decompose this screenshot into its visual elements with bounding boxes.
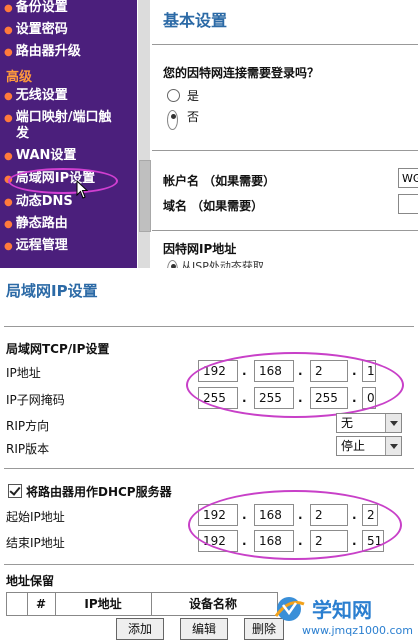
rip-direction-select[interactable]: 无 — [336, 413, 402, 433]
radio-yes-label: 是 — [187, 89, 200, 103]
rip-direction-label: RIP方向 — [6, 419, 50, 433]
dhcp-checkbox[interactable] — [8, 484, 22, 498]
end-ip-label: 结束IP地址 — [6, 536, 65, 550]
divider — [4, 564, 414, 565]
ip-address-label: IP地址 — [6, 366, 41, 380]
start-ip-label: 起始IP地址 — [6, 510, 65, 524]
sidebar-item-password[interactable]: ● 设置密码 — [4, 22, 132, 39]
bullet-icon: ● — [4, 91, 13, 102]
column-header-ip: IP地址 — [84, 597, 122, 611]
sidebar-menu: ● 备份设置 ● 设置密码 ● 路由器升级 高级 ● 无线设置 ● 端口映射/端口触 发 … — [0, 0, 137, 268]
rip-version-select[interactable]: 停止 — [336, 436, 402, 456]
sidebar-item-remote[interactable]: ● 远程管理 — [4, 238, 132, 255]
bullet-icon: ● — [4, 113, 13, 124]
radio-dynamic-ip[interactable] — [167, 260, 178, 268]
bullet-icon: ● — [4, 47, 13, 58]
bullet-icon: ● — [4, 25, 13, 36]
tcpip-title: 局域网TCP/IP设置 — [6, 342, 110, 356]
watermark-logo: 学知网 www.jmqz1000.com — [270, 590, 418, 644]
sidebar-item-upgrade[interactable]: ● 路由器升级 — [4, 44, 132, 61]
domain-label: 域名 （如果需要） — [163, 199, 264, 213]
watermark-url: www.jmqz1000.com — [302, 624, 413, 637]
divider — [4, 326, 414, 327]
divider — [152, 150, 418, 151]
internet-ip-title: 因特网IP地址 — [163, 242, 237, 256]
domain-input[interactable] — [398, 194, 418, 214]
column-header-device: 设备名称 — [188, 597, 237, 611]
bullet-icon: ● — [4, 151, 13, 162]
sidebar-item-port-forwarding[interactable]: ● 端口映射/端口触 — [4, 110, 132, 127]
rip-version-label: RIP版本 — [6, 442, 50, 456]
divider — [152, 44, 418, 45]
login-question: 您的因特网连接需要登录吗？ — [163, 66, 320, 80]
dynamic-ip-label: 从ISP处动态获取 — [181, 260, 264, 268]
highlight-oval — [186, 352, 404, 418]
sidebar-item-backup[interactable]: ● 备份设置 — [4, 0, 132, 17]
chevron-down-icon — [385, 437, 401, 455]
page-title: 基本设置 — [163, 11, 228, 30]
sidebar-item-ddns[interactable]: ● 动态DNS — [4, 194, 132, 211]
divider — [152, 230, 418, 231]
reservation-title: 地址保留 — [6, 574, 55, 588]
account-input[interactable]: WGI — [398, 168, 418, 188]
bullet-icon: ● — [4, 197, 13, 208]
chevron-down-icon — [385, 414, 401, 432]
radio-yes[interactable] — [167, 89, 180, 102]
divider — [4, 468, 414, 469]
rip-direction-value: 无 — [341, 416, 354, 430]
top-panel: ● 备份设置 ● 设置密码 ● 路由器升级 高级 ● 无线设置 ● 端口映射/端口触 发 … — [0, 0, 418, 268]
radio-no-label: 否 — [187, 110, 200, 124]
bullet-icon: ● — [4, 219, 13, 230]
edit-button[interactable]: 编辑 — [180, 618, 228, 640]
lan-settings-panel: 局域网IP设置 局域网TCP/IP设置 IP地址 192 . 168 . 2 .… — [0, 268, 418, 644]
sidebar-item-wan[interactable]: ● WAN设置 — [4, 148, 132, 165]
sidebar-item-static-route[interactable]: ● 静态路由 — [4, 216, 132, 233]
scrollbar-thumb[interactable] — [139, 160, 151, 232]
column-header-index: # — [35, 597, 47, 611]
lan-title: 局域网IP设置 — [6, 282, 98, 300]
bullet-icon: ● — [4, 3, 13, 14]
radio-no[interactable] — [167, 110, 178, 130]
sidebar-item-port-forwarding-cont[interactable]: 发 — [16, 126, 144, 142]
highlight-oval — [8, 168, 118, 194]
sidebar-item-wireless[interactable]: ● 无线设置 — [4, 88, 132, 105]
sidebar-section-advanced: 高级 — [6, 70, 33, 85]
reservation-table: # IP地址 设备名称 — [6, 592, 278, 616]
subnet-mask-label: IP子网掩码 — [6, 393, 65, 407]
globe-icon — [274, 597, 305, 621]
rip-version-value: 停止 — [341, 439, 366, 453]
bullet-icon: ● — [4, 241, 13, 252]
mouse-cursor-icon — [76, 180, 89, 199]
account-label: 帐户名 （如果需要） — [163, 174, 276, 188]
add-button[interactable]: 添加 — [116, 618, 164, 640]
dhcp-label: 将路由器用作DHCP服务器 — [26, 485, 172, 499]
highlight-oval — [188, 490, 402, 560]
watermark-title: 学知网 — [312, 598, 372, 622]
